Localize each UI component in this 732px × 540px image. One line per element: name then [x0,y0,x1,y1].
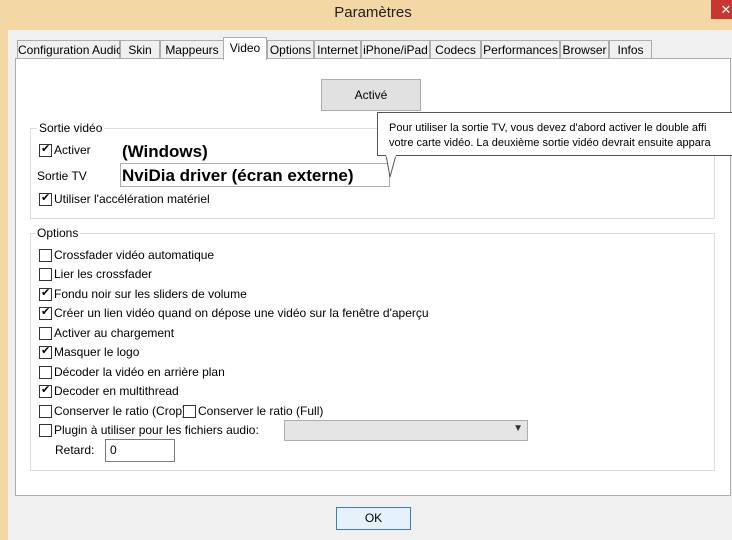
tab-performances[interactable]: Performances [481,40,560,59]
acceleration-label: Utiliser l'accélération matériel [54,192,210,206]
activer-checkbox[interactable] [39,142,52,157]
tooltip-pointer-icon [385,155,397,178]
fondu-noir-label: Fondu noir sur les sliders de volume [54,287,247,301]
lien-video-label: Créer un lien vidéo quand on dépose une … [54,306,429,320]
crossfader-auto-checkbox[interactable] [39,249,52,262]
sortie-tv-label: Sortie TV [37,169,87,183]
options-group-title: Options [35,226,81,240]
tab-options[interactable]: Options [267,40,314,59]
activer-label: Activer [54,143,91,157]
tab-browser[interactable]: Browser [560,40,609,59]
ratio-full-label: Conserver le ratio (Full) [198,404,324,418]
retard-label: Retard: [55,443,95,457]
plugin-audio-label: Plugin à utiliser pour les fichiers audi… [54,423,259,437]
sortie-tv-value: NviDia driver (écran externe) [122,166,354,186]
decoder-arriere-plan-checkbox[interactable] [39,366,52,379]
lien-video-checkbox[interactable] [39,305,52,320]
plugin-audio-checkbox[interactable] [39,424,52,437]
tab-internet[interactable]: Internet [314,40,361,59]
masquer-logo-label: Masquer le logo [54,345,140,359]
ratio-full-checkbox[interactable] [183,405,196,418]
window-title: Paramètres [334,4,412,21]
crossfader-auto-label: Crossfader vidéo automatique [54,248,215,262]
tab-infos[interactable]: Infos [609,40,652,59]
fondu-noir-checkbox[interactable] [39,286,52,301]
tab-iphone-ipad[interactable]: iPhone/iPad [361,40,430,59]
activer-chargement-checkbox[interactable] [39,327,52,340]
ok-button[interactable]: OK [336,507,411,530]
retard-input[interactable]: 0 [105,439,175,462]
plugin-audio-select[interactable]: ▼ [284,420,528,441]
tab-codecs[interactable]: Codecs [430,40,481,59]
multithread-checkbox[interactable] [39,383,52,398]
sortie-tv-tooltip: Pour utiliser la sortie TV, vous devez d… [377,112,732,156]
tooltip-line-2: votre carte vidéo. La deuxième sortie vi… [389,137,711,149]
tooltip-line-1: Pour utiliser la sortie TV, vous devez d… [389,122,707,134]
title-bar: Paramètres ✕ [0,0,732,28]
dialog-client-area: Configuration Audio Skin Mappeurs Video … [8,30,732,540]
multithread-label: Decoder en multithread [54,384,179,398]
ratio-crop-checkbox[interactable] [39,405,52,418]
lier-crossfader-label: Lier les crossfader [54,267,153,281]
tab-video[interactable]: Video [223,37,267,60]
masquer-logo-checkbox[interactable] [39,344,52,359]
activate-button[interactable]: Activé [321,79,421,111]
tab-configuration-audio[interactable]: Configuration Audio [17,40,123,59]
windows-label: (Windows) [122,142,208,162]
ratio-crop-label: Conserver le ratio (Crop) [54,404,187,418]
sortie-video-group-title: Sortie vidéo [37,121,105,135]
close-button[interactable]: ✕ [711,0,732,19]
acceleration-checkbox[interactable] [39,191,52,206]
tab-mappeurs[interactable]: Mappeurs [160,40,224,59]
tab-skin[interactable]: Skin [120,40,160,59]
activer-chargement-label: Activer au chargement [54,326,175,340]
chevron-down-icon: ▼ [513,423,523,434]
decoder-arriere-plan-label: Décoder la vidéo en arrière plan [54,365,225,379]
lier-crossfader-checkbox[interactable] [39,268,52,281]
